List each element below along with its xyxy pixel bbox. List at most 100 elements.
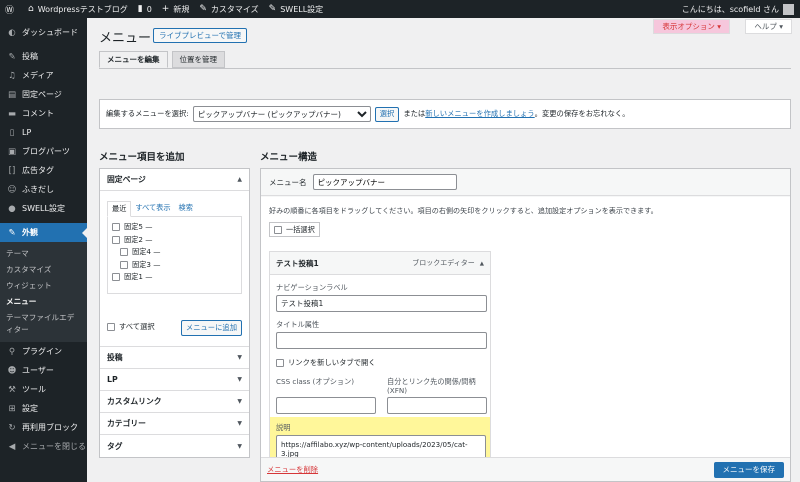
swell-icon: ● xyxy=(8,203,16,214)
submenu-menus[interactable]: メニュー xyxy=(0,294,87,310)
checkbox[interactable] xyxy=(112,223,120,232)
dashboard-icon: ◐ xyxy=(8,27,16,38)
collapse-icon: ◀ xyxy=(8,441,16,452)
accordion-lp-header[interactable]: LP ▼ xyxy=(100,369,249,391)
checkbox[interactable] xyxy=(112,273,120,282)
new-tab-option[interactable]: リンクを新しいタブで開く xyxy=(276,358,484,368)
sidebar-item-blog-parts[interactable]: ▣ ブログパーツ xyxy=(0,142,87,161)
chevron-down-icon: ▼ xyxy=(237,354,242,361)
submenu-customize[interactable]: カスタマイズ xyxy=(0,262,87,278)
ad-icon: [] xyxy=(8,165,16,176)
wordpress-icon: Ⓦ xyxy=(5,5,15,16)
new-content-link[interactable]: + 新規 xyxy=(157,0,195,18)
bulk-select-button[interactable]: 一括選択 xyxy=(269,222,320,237)
submenu-widgets[interactable]: ウィジェット xyxy=(0,278,87,294)
list-item[interactable]: 固定4 — xyxy=(112,246,237,259)
sidebar-item-comments[interactable]: ▬ コメント xyxy=(0,104,87,123)
menu-select[interactable]: ピックアップバナー (ピックアップバナー) xyxy=(192,106,371,122)
css-class-label: CSS class (オプション) xyxy=(276,377,355,386)
menu-item-header[interactable]: テスト投稿1 ブロックエディター ▲ xyxy=(270,252,490,275)
chevron-up-icon[interactable]: ▲ xyxy=(480,261,484,267)
nav-tabs: メニューを編集 位置を管理 xyxy=(99,51,229,68)
sidebar-item-balloon[interactable]: ☺ ふきだし xyxy=(0,180,87,199)
brush-icon: ✎ xyxy=(199,4,207,14)
tab-recent[interactable]: 最近 xyxy=(107,201,132,217)
pages-checklist: 固定5 — 固定2 — 固定4 — 固定3 — 固定1 — xyxy=(107,216,242,294)
tab-edit-menus[interactable]: メニューを編集 xyxy=(99,51,168,68)
sidebar-item-media[interactable]: ♫ メディア xyxy=(0,66,87,85)
sidebar-item-appearance[interactable]: ✎ 外観 xyxy=(0,223,87,242)
checkbox[interactable] xyxy=(120,248,128,257)
sidebar-item-lp[interactable]: ▯ LP xyxy=(0,123,87,142)
list-item[interactable]: 固定5 — xyxy=(112,221,237,234)
checkbox[interactable] xyxy=(274,225,282,234)
tab-search[interactable]: 検索 xyxy=(175,201,197,217)
save-menu-button[interactable]: メニューを保存 xyxy=(713,461,784,478)
title-attr-input[interactable] xyxy=(276,332,487,349)
tab-manage-locations[interactable]: 位置を管理 xyxy=(171,51,225,68)
css-class-input[interactable] xyxy=(276,397,376,414)
wrench-icon: ⚒ xyxy=(8,384,16,395)
create-menu-link[interactable]: 新しいメニューを作成しましょう xyxy=(425,109,534,119)
accordion-tags-header[interactable]: タグ ▼ xyxy=(100,435,249,457)
help-button[interactable]: ヘルプ ▾ xyxy=(745,19,792,34)
sidebar-item-plugins[interactable]: ⚲ プラグイン xyxy=(0,342,87,361)
admin-bar: Ⓦ ⌂ Wordpressテストブログ ▮ 0 + 新規 ✎ カスタマイズ ✎ SWELL… xyxy=(0,0,800,18)
add-to-menu-button[interactable]: メニューに追加 xyxy=(180,320,242,336)
plus-icon: + xyxy=(161,4,170,14)
sidebar-item-reusable-blocks[interactable]: ↻ 再利用ブロック xyxy=(0,418,87,437)
delete-menu-link[interactable]: メニューを削除 xyxy=(267,465,318,475)
sidebar-collapse[interactable]: ◀ メニューを閉じる xyxy=(0,437,87,456)
swell-settings-link[interactable]: ✎ SWELL設定 xyxy=(264,0,329,18)
sidebar-item-posts[interactable]: ✎ 投稿 xyxy=(0,47,87,66)
checkbox[interactable] xyxy=(276,359,284,367)
main-content: 表示オプション ▾ ヘルプ ▾ メニュー ライブプレビューで管理 メニューを編集… xyxy=(87,18,800,482)
menu-item-type-label: ブロックエディター xyxy=(412,259,475,267)
media-icon: ♫ xyxy=(8,70,16,81)
customize-link[interactable]: ✎ カスタマイズ xyxy=(194,0,263,18)
checkbox[interactable] xyxy=(112,235,120,244)
wordpress-logo[interactable]: Ⓦ xyxy=(0,0,23,18)
sidebar-item-label: メディア xyxy=(22,71,54,80)
accordion-custom-links-header[interactable]: カスタムリンク ▼ xyxy=(100,391,249,413)
sidebar-item-swell[interactable]: ● SWELL設定 xyxy=(0,199,87,218)
sidebar-item-users[interactable]: ☻ ユーザー xyxy=(0,361,87,380)
tab-view-all[interactable]: すべて表示 xyxy=(131,201,174,217)
sidebar-item-pages[interactable]: ▤ 固定ページ xyxy=(0,85,87,104)
select-button[interactable]: 選択 xyxy=(374,106,400,122)
screen-options-button[interactable]: 表示オプション ▾ xyxy=(653,19,730,34)
description-label: 説明 xyxy=(276,423,291,432)
list-item[interactable]: 固定2 — xyxy=(112,234,237,247)
checkbox[interactable] xyxy=(107,323,115,331)
sidebar-item-ad-tags[interactable]: [] 広告タグ xyxy=(0,161,87,180)
submenu-themes[interactable]: テーマ xyxy=(0,246,87,262)
chevron-down-icon: ▼ xyxy=(237,442,242,450)
accordion-posts-header[interactable]: 投稿 ▼ xyxy=(100,347,249,369)
chevron-down-icon: ▼ xyxy=(237,398,242,405)
user-icon: ☻ xyxy=(7,365,17,376)
sidebar-item-label: 固定ページ xyxy=(22,90,62,99)
nav-label-input[interactable] xyxy=(276,295,487,312)
menu-item-type: ブロックエディター ▲ xyxy=(412,258,484,268)
menu-structure-body: 好みの順番に各項目をドラッグしてください。項目の右側の矢印をクリックすると、追加… xyxy=(261,197,790,476)
chevron-down-icon: ▼ xyxy=(237,420,242,427)
live-preview-button[interactable]: ライブプレビューで管理 xyxy=(153,28,248,43)
list-item[interactable]: 固定1 — xyxy=(112,271,237,284)
xfn-input[interactable] xyxy=(387,397,487,414)
list-item[interactable]: 固定3 — xyxy=(112,259,237,272)
page-icon: ▤ xyxy=(7,89,17,100)
account-menu[interactable]: こんにちは、scofield さん xyxy=(682,3,800,15)
accordion-categories-header[interactable]: カテゴリー ▼ xyxy=(100,413,249,435)
checkbox[interactable] xyxy=(120,260,128,269)
sidebar-item-settings[interactable]: ⊞ 設定 xyxy=(0,399,87,418)
select-all[interactable]: すべて選択 xyxy=(107,322,155,332)
save-note: 。変更の保存をお忘れなく。 xyxy=(534,109,630,118)
comments-link[interactable]: ▮ 0 xyxy=(133,0,157,18)
submenu-theme-editor[interactable]: テーマファイルエディター xyxy=(0,310,87,338)
site-name-link[interactable]: ⌂ Wordpressテストブログ xyxy=(23,0,133,18)
sidebar-item-tools[interactable]: ⚒ ツール xyxy=(0,380,87,399)
menu-name-input[interactable] xyxy=(312,174,457,190)
sidebar-item-dashboard[interactable]: ◐ ダッシュボード xyxy=(0,23,87,42)
accordion-pages-header[interactable]: 固定ページ ▲ xyxy=(100,169,249,191)
or-text: または xyxy=(403,109,426,118)
